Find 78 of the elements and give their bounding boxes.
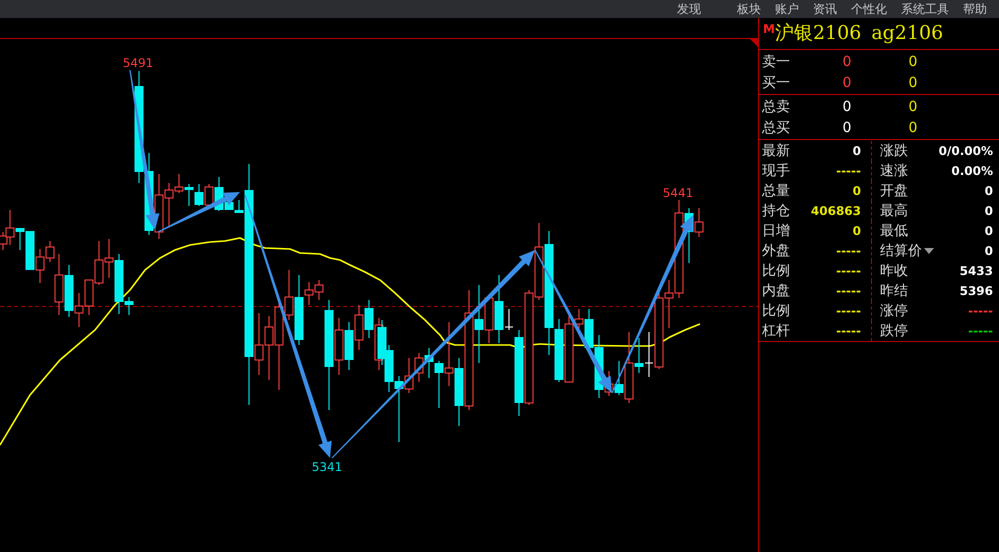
quote-volume: 0 (908, 98, 918, 114)
stat-value: 406863 (810, 204, 861, 218)
price-label: 5441 (662, 186, 694, 200)
stat-value: 0 (852, 144, 861, 158)
quote-volume: 0 (908, 54, 918, 70)
candlestick (94, 240, 104, 286)
contract-code: ag2106 (871, 21, 944, 46)
quote-label: 总买 (762, 118, 791, 136)
stat-label: 杠杆 (762, 322, 790, 340)
candlestick (264, 316, 274, 380)
stat-label: 日增 (762, 222, 790, 240)
quote-price: 0 (842, 54, 852, 70)
menu-item[interactable]: 系统工具 (901, 0, 949, 18)
stat-label: 昨收 (880, 262, 908, 280)
stat-value: ----- (836, 324, 861, 338)
stat-value: ----- (836, 264, 861, 278)
stat-value: ----- (968, 304, 993, 318)
stat-value: 0 (984, 224, 993, 238)
candlestick (378, 320, 386, 366)
menu-item[interactable]: 发现 (677, 0, 701, 18)
candlestick (354, 304, 364, 350)
stat-value: 0/0.00% (938, 144, 993, 158)
stat-value: 0 (852, 224, 861, 238)
stat-label: 开盘 (880, 182, 908, 200)
quote-label: 卖一 (762, 52, 791, 70)
stat-label: 最高 (880, 202, 908, 220)
stat-label: 速涨 (880, 162, 908, 180)
quote-label: 买一 (762, 74, 791, 92)
stat-label: 持仓 (762, 202, 790, 220)
quote-label: 总卖 (762, 98, 791, 116)
stat-value: ----- (836, 164, 861, 178)
stat-value: 0.00% (951, 164, 993, 178)
stat-label: 结算价 (880, 242, 922, 260)
stat-value: 0 (984, 204, 993, 218)
stat-value: 5396 (960, 284, 993, 298)
contract-name: 沪银2106 (774, 21, 862, 46)
candlestick (84, 280, 94, 316)
stat-label: 现手 (762, 162, 790, 180)
stat-value: ----- (836, 284, 861, 298)
candlestick (204, 184, 214, 208)
stat-value: 0 (984, 244, 993, 258)
stat-label: 最新 (762, 142, 790, 160)
candlestick (364, 300, 374, 338)
candlestick (384, 344, 394, 392)
stat-value: 5433 (960, 264, 993, 278)
stat-value: 0 (852, 184, 861, 198)
price-label: 5491 (122, 56, 154, 70)
stat-label: 涨跌 (880, 142, 908, 160)
stat-label: 最低 (880, 222, 908, 240)
quote-price: 0 (842, 120, 852, 136)
candlestick (444, 322, 454, 386)
stat-value: ----- (836, 244, 861, 258)
candlestick (344, 322, 354, 370)
stat-label: 比例 (762, 262, 790, 280)
candlestick (194, 184, 204, 206)
quote-price: 0 (842, 98, 852, 114)
quote-volume: 0 (908, 74, 918, 90)
stat-label: 涨停 (880, 302, 908, 320)
stat-value: ----- (836, 304, 861, 318)
menu-item[interactable]: 账户 (775, 0, 799, 18)
stat-label: 比例 (762, 302, 790, 320)
candlestick (184, 184, 194, 206)
stat-value: 0 (984, 184, 993, 198)
stat-label: 总量 (762, 182, 790, 200)
menu-item[interactable]: 资讯 (813, 0, 837, 18)
stat-label: 外盘 (762, 242, 790, 260)
stat-label: 跌停 (880, 322, 908, 340)
stat-label: 昨结 (880, 282, 908, 300)
quote-price: 0 (842, 74, 852, 90)
quote-volume: 0 (908, 120, 918, 136)
stat-label: 内盘 (762, 282, 790, 300)
menu-item[interactable]: 板块 (737, 0, 761, 18)
main-contract-label: M (763, 22, 775, 36)
stat-value: ----- (968, 324, 993, 338)
menu-item[interactable]: 帮助 (963, 0, 987, 18)
menu-item[interactable]: 个性化 (851, 0, 887, 18)
price-label: 5341 (312, 460, 342, 474)
dropdown-icon[interactable] (924, 248, 934, 254)
